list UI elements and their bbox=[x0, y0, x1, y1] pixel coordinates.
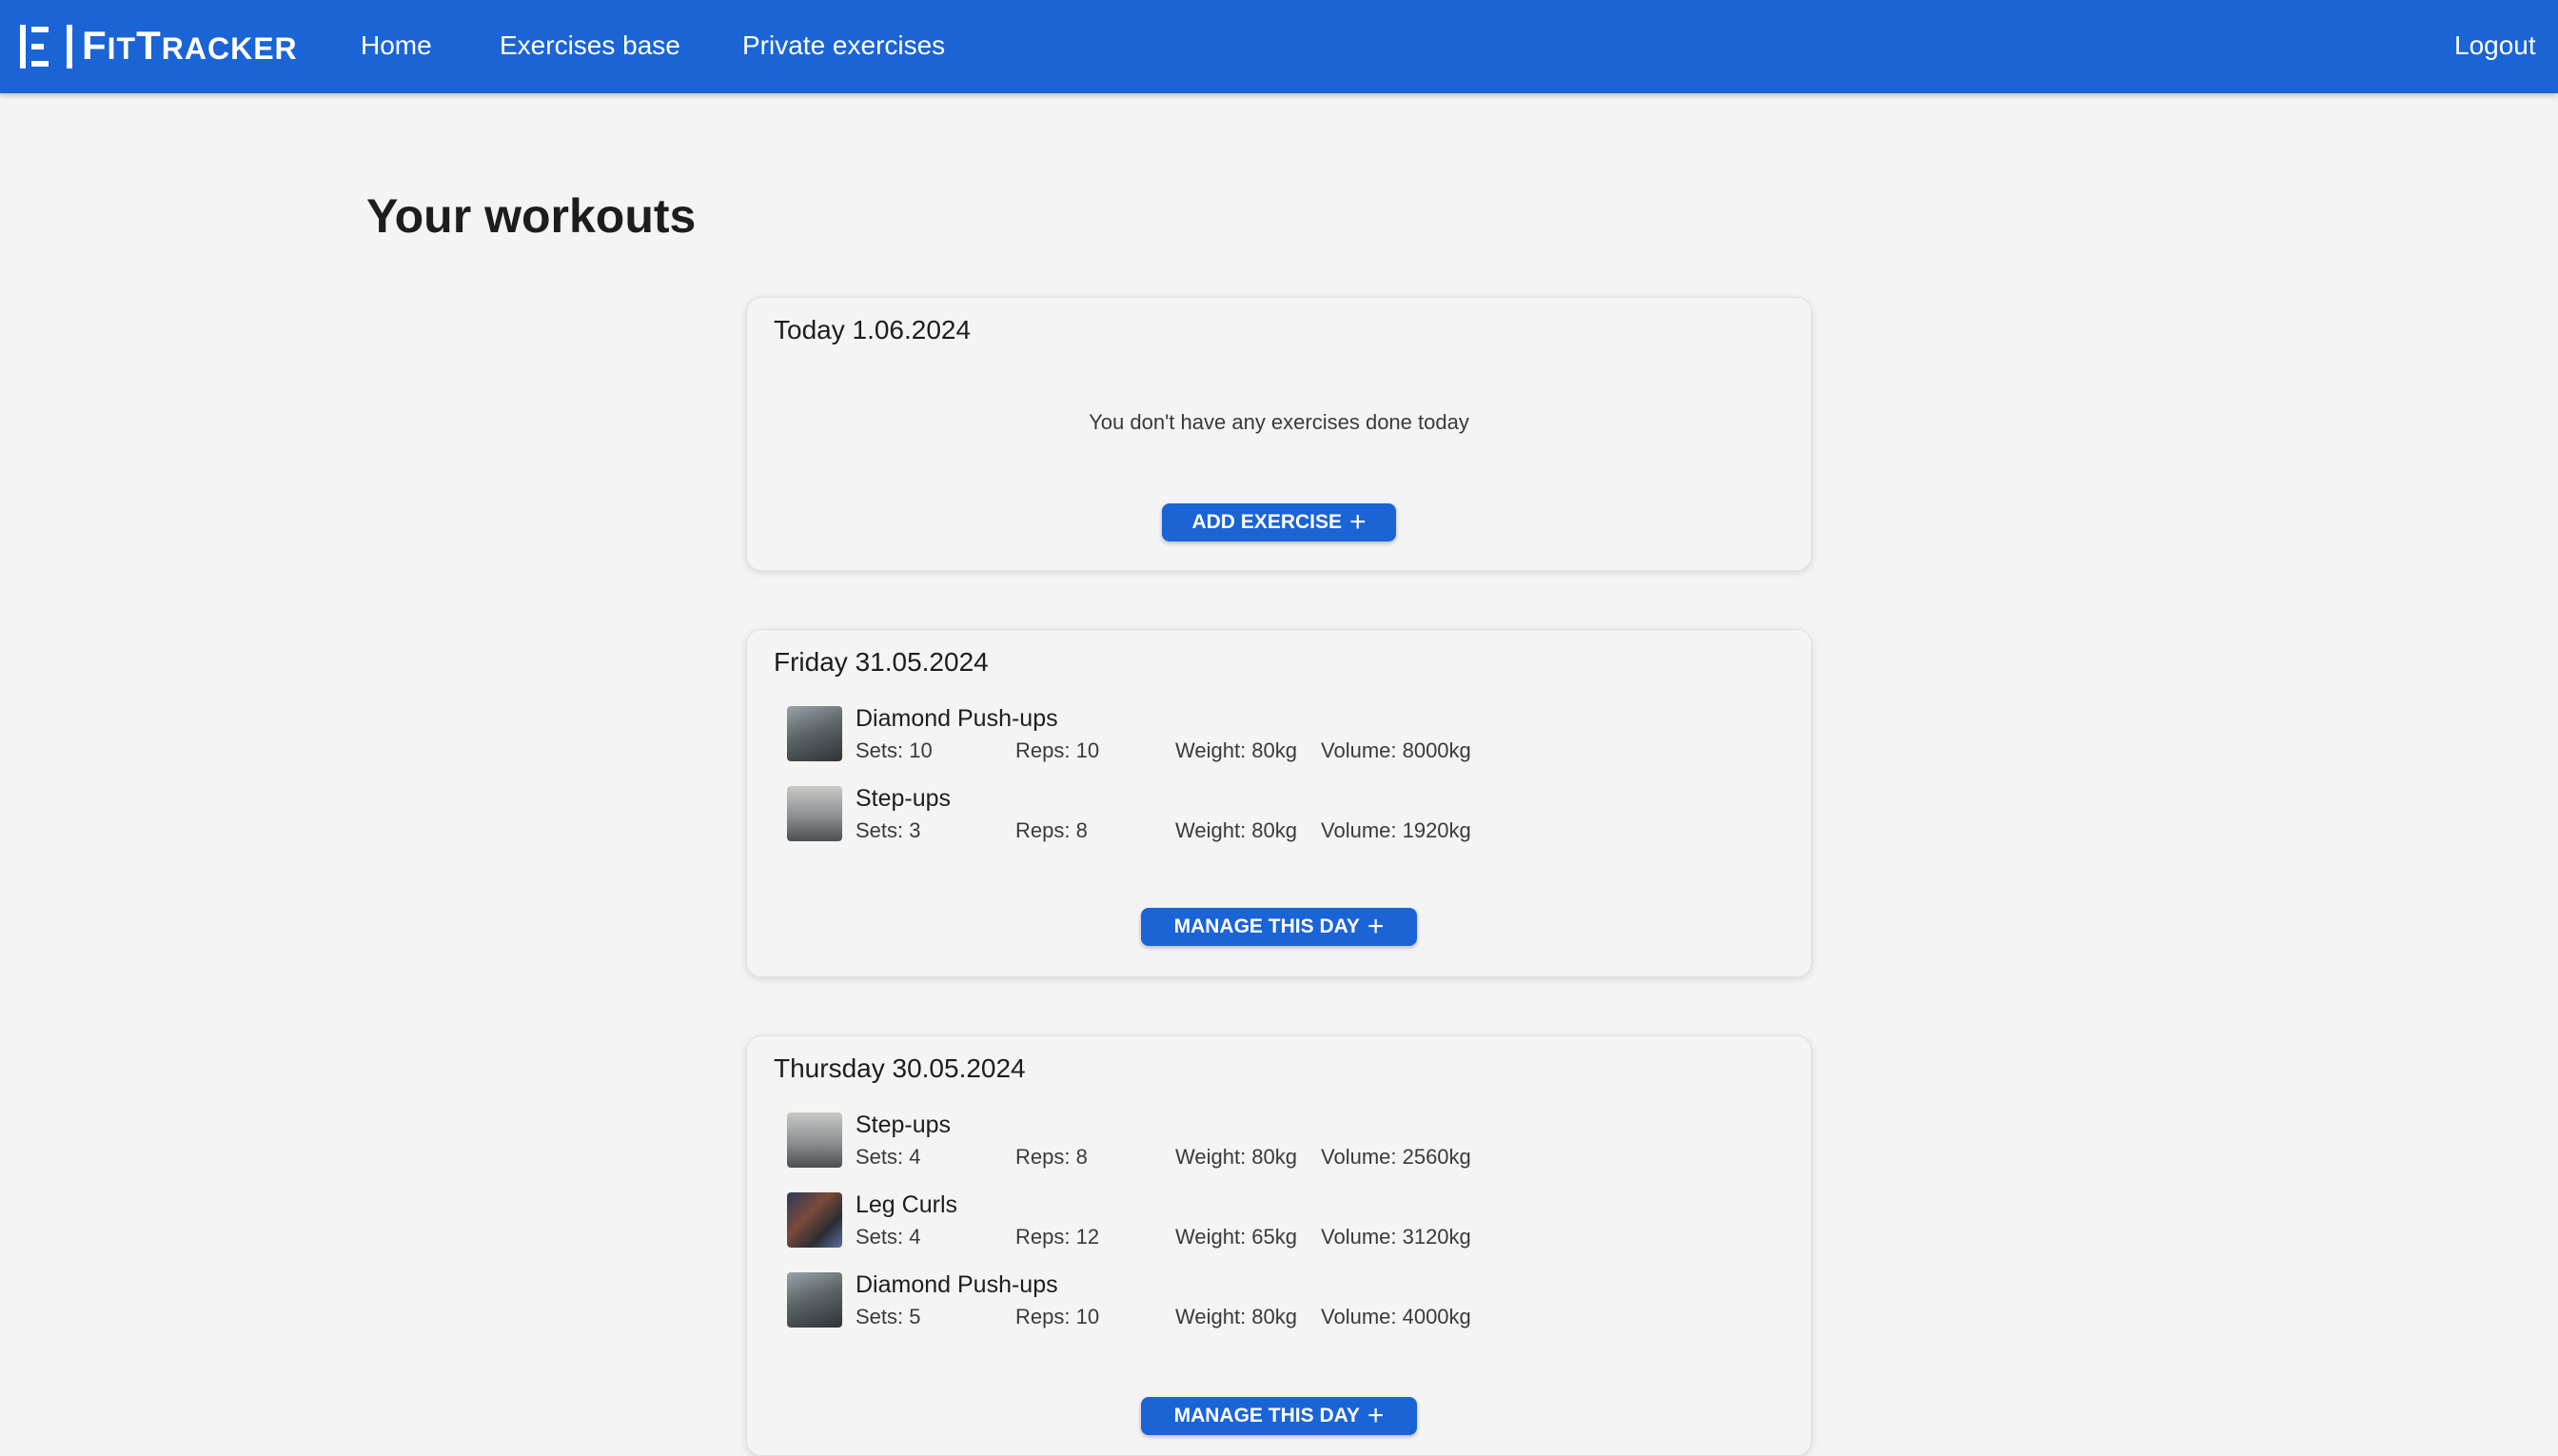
exercise-volume: Volume: 8000kg bbox=[1321, 738, 1471, 762]
exercise-sets: Sets: 4 bbox=[856, 1225, 921, 1249]
day-title: Friday 31.05.2024 bbox=[774, 647, 989, 677]
exercise-weight: Weight: 80kg bbox=[1175, 1145, 1298, 1169]
manage-day-button[interactable]: MANAGE THIS DAY + bbox=[1141, 1397, 1417, 1435]
workout-day-card: Friday 31.05.2024 Diamond Push-ups Sets:… bbox=[746, 629, 1812, 977]
logo-wordmark: F IT T RACKER bbox=[82, 22, 298, 68]
exercise-reps: Reps: 10 bbox=[1015, 1305, 1100, 1328]
exercise-thumbnail bbox=[787, 786, 842, 841]
top-navbar: F IT T RACKER Home Exercises base Private e… bbox=[0, 0, 2558, 93]
exercise-row[interactable]: Leg Curls Sets: 4 Reps: 12 Weight: 65kg … bbox=[787, 1190, 1739, 1249]
plus-icon: + bbox=[1349, 506, 1367, 538]
exercise-reps: Reps: 8 bbox=[1015, 818, 1088, 842]
exercise-volume: Volume: 3120kg bbox=[1321, 1225, 1471, 1249]
exercise-reps: Reps: 10 bbox=[1015, 738, 1100, 762]
nav-private-exercises-link[interactable]: Private exercises bbox=[742, 29, 945, 63]
plus-icon: + bbox=[1367, 1400, 1385, 1431]
logo-mark-icon bbox=[19, 23, 74, 70]
add-exercise-button[interactable]: ADD EXERCISE + bbox=[1162, 503, 1396, 541]
nav-exercises-base-link[interactable]: Exercises base bbox=[500, 29, 680, 63]
workout-day-card: Today 1.06.2024 You don't have any exerc… bbox=[746, 297, 1812, 571]
exercise-thumbnail bbox=[787, 1192, 842, 1248]
page-title: Your workouts bbox=[366, 189, 697, 243]
exercise-sets: Sets: 4 bbox=[856, 1145, 921, 1169]
exercise-row[interactable]: Step-ups Sets: 4 Reps: 8 Weight: 80kg Vo… bbox=[787, 1111, 1739, 1169]
exercise-name: Diamond Push-ups bbox=[856, 705, 1058, 732]
manage-day-label: MANAGE THIS DAY bbox=[1173, 915, 1360, 937]
empty-day-message: You don't have any exercises done today bbox=[1089, 410, 1469, 434]
exercise-row[interactable]: Step-ups Sets: 3 Reps: 8 Weight: 80kg Vo… bbox=[787, 784, 1739, 842]
exercise-sets: Sets: 5 bbox=[856, 1305, 921, 1328]
exercise-name: Diamond Push-ups bbox=[856, 1271, 1058, 1298]
exercise-volume: Volume: 1920kg bbox=[1321, 818, 1471, 842]
exercise-weight: Weight: 80kg bbox=[1175, 738, 1298, 762]
exercise-volume: Volume: 2560kg bbox=[1321, 1145, 1471, 1169]
workout-day-card: Thursday 30.05.2024 Step-ups Sets: 4 Rep… bbox=[746, 1035, 1812, 1456]
exercise-reps: Reps: 8 bbox=[1015, 1145, 1088, 1169]
add-exercise-label: ADD EXERCISE bbox=[1191, 511, 1342, 533]
fittracker-logo[interactable]: F IT T RACKER bbox=[19, 23, 298, 70]
exercise-weight: Weight: 80kg bbox=[1175, 1305, 1298, 1328]
manage-day-label: MANAGE THIS DAY bbox=[1173, 1405, 1360, 1426]
logout-link[interactable]: Logout bbox=[2454, 29, 2536, 63]
day-title: Thursday 30.05.2024 bbox=[774, 1053, 1026, 1083]
exercise-row[interactable]: Diamond Push-ups Sets: 10 Reps: 10 Weigh… bbox=[787, 704, 1739, 762]
exercise-reps: Reps: 12 bbox=[1015, 1225, 1100, 1249]
exercise-thumbnail bbox=[787, 1112, 842, 1168]
exercise-sets: Sets: 10 bbox=[856, 738, 933, 762]
exercise-thumbnail bbox=[787, 1272, 842, 1328]
exercise-weight: Weight: 80kg bbox=[1175, 818, 1298, 842]
exercise-thumbnail bbox=[787, 706, 842, 761]
nav-home-link[interactable]: Home bbox=[361, 29, 432, 63]
exercise-name: Leg Curls bbox=[856, 1191, 957, 1218]
exercise-volume: Volume: 4000kg bbox=[1321, 1305, 1471, 1328]
exercise-name: Step-ups bbox=[856, 785, 952, 812]
manage-day-button[interactable]: MANAGE THIS DAY + bbox=[1141, 908, 1417, 946]
day-title: Today 1.06.2024 bbox=[774, 315, 972, 344]
exercise-row[interactable]: Diamond Push-ups Sets: 5 Reps: 10 Weight… bbox=[787, 1270, 1739, 1328]
exercise-sets: Sets: 3 bbox=[856, 818, 921, 842]
exercise-weight: Weight: 65kg bbox=[1175, 1225, 1298, 1249]
exercise-name: Step-ups bbox=[856, 1112, 952, 1138]
plus-icon: + bbox=[1367, 911, 1385, 942]
